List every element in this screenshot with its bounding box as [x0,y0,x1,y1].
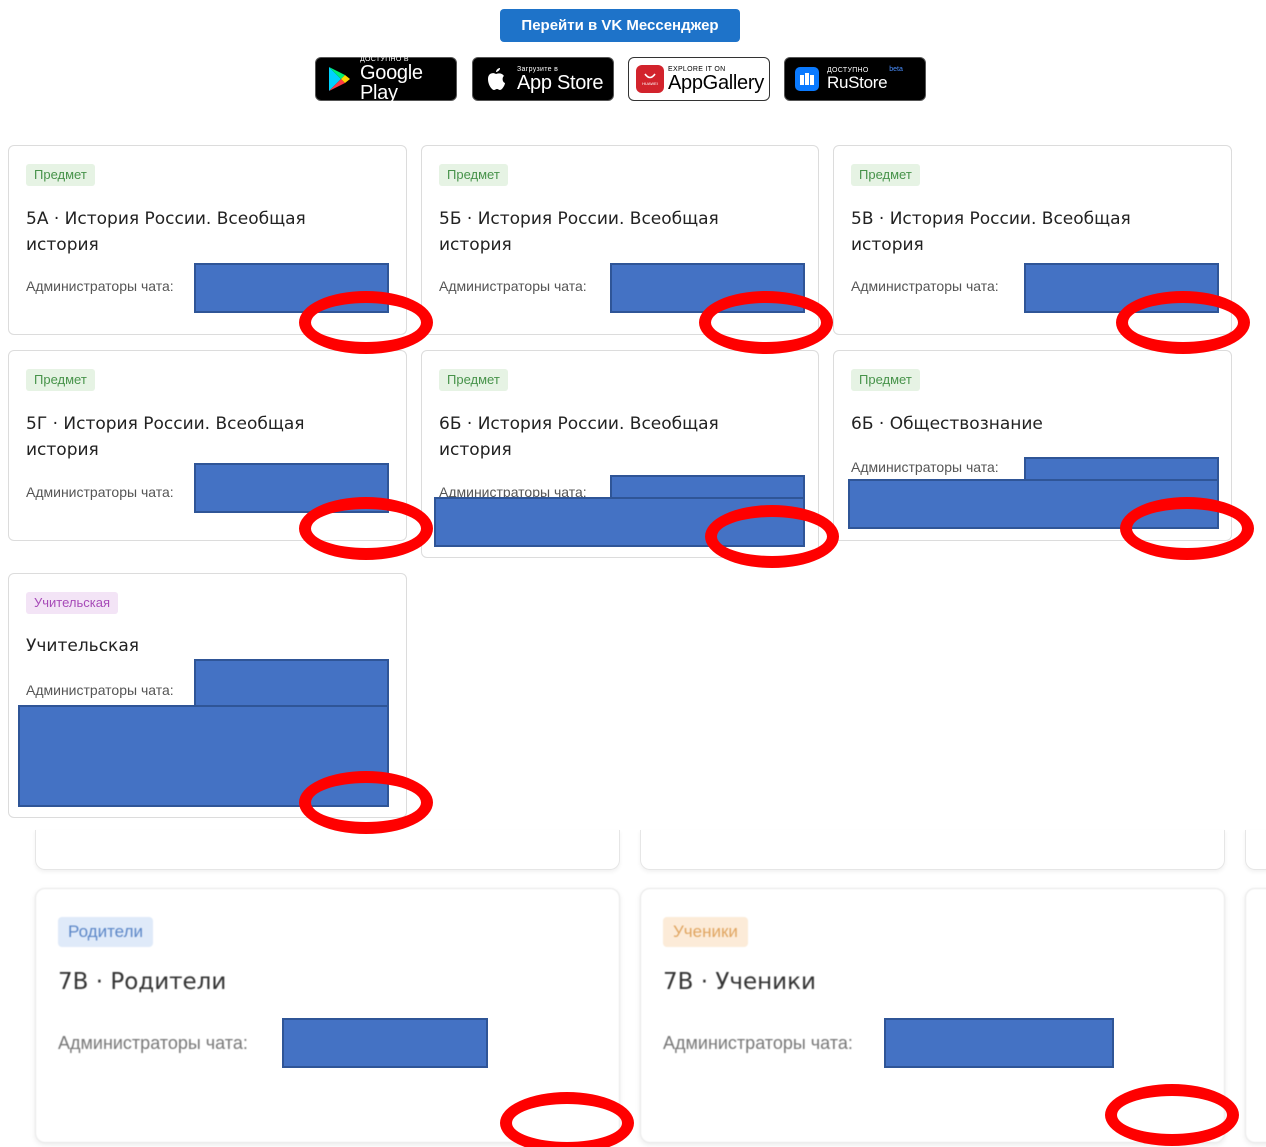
redaction-box [18,705,389,807]
chat-admins-label: Администраторы чата: [851,459,999,475]
card-bottom-edge [35,830,620,870]
redaction-box [848,479,1219,529]
chat-title: 5В · История России. Всеобщая история [851,209,1131,255]
redaction-box [1024,457,1219,481]
chat-title: Учительская [26,636,139,656]
subject-tag: Предмет [439,164,508,186]
subject-tag: Предмет [26,164,95,186]
app-store-label: App Store [517,71,604,94]
chat-admins-label: Администраторы чата: [663,1033,853,1053]
app-store-badge[interactable]: Загрузите в App Store [472,57,614,101]
chat-admins-label: Администраторы чата: [58,1033,248,1053]
chat-title: 6Б · История России. Всеобщая история [439,414,719,460]
card-bottom-edge [640,830,1225,870]
apple-icon [483,66,509,92]
google-play-icon [326,66,352,92]
chat-title: 7В · Родители [58,969,227,995]
chat-admins-label: Администраторы чата: [26,682,174,698]
chat-admins-label: Администраторы чата: [851,278,999,294]
rustore-label: RuStore [827,73,888,92]
redaction-box [194,263,389,313]
redaction-box [434,497,805,547]
subject-tag: Предмет [851,369,920,391]
redaction-box [194,659,389,707]
app-gallery-label: AppGallery [668,71,764,94]
chat-title: 5Б · История России. Всеобщая история [439,209,719,255]
subject-tag: Предмет [851,164,920,186]
teacher-tag: Учительская [26,592,119,614]
subject-tag: Предмет [439,369,508,391]
chat-admins-label: Администраторы чата: [26,484,174,500]
redaction-box [1024,263,1219,313]
google-play-badge[interactable]: ДОСТУПНО В Google Play [315,56,457,104]
redaction-box [282,1018,488,1068]
chat-title: 5А · История России. Всеобщая история [26,209,306,255]
chat-title: 5Г · История России. Всеобщая история [26,414,305,460]
students-tag: Ученики [663,917,748,947]
chat-admins-label: Администраторы чата: [439,278,587,294]
huawei-icon: HUAWEI [636,65,664,93]
vk-messenger-button[interactable]: Перейти в VK Мессенджер [500,9,740,42]
redaction-box [194,463,389,513]
secondary-screenshot: Родители 7В · Родители Администраторы ча… [0,830,1266,1147]
huawei-icon-text: HUAWEI [642,81,658,86]
chat-card-partial [1245,888,1266,1143]
rustore-badge[interactable]: ДОСТУПНО RuStore beta [784,57,926,101]
chat-card[interactable]: Родители 7В · Родители Администраторы ча… [35,888,620,1143]
parents-tag: Родители [58,917,153,947]
card-bottom-edge [1245,830,1266,870]
chat-admins-label: Администраторы чата: [26,278,174,294]
chat-title: 7В · Ученики [663,969,816,995]
rustore-beta-label: beta [889,66,903,73]
redaction-box [610,475,805,499]
redaction-box [884,1018,1114,1068]
subject-tag: Предмет [26,369,95,391]
google-play-label: Google Play [360,61,423,104]
rustore-icon [795,67,819,91]
app-gallery-badge[interactable]: HUAWEI EXPLORE IT ON AppGallery [628,57,770,101]
chat-card[interactable]: Ученики 7В · Ученики Администраторы чата… [640,888,1225,1143]
chat-title: 6Б · Обществознание [851,414,1043,434]
redaction-box [610,263,805,313]
